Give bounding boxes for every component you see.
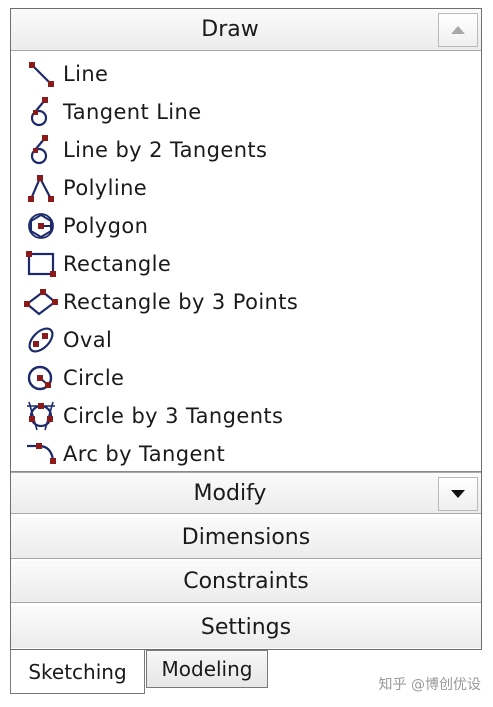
dimensions-section-label: Dimensions xyxy=(181,525,311,550)
rectangle-by-3-points-icon xyxy=(23,284,59,320)
tool-arc-by-tangent-label: Arc by Tangent xyxy=(63,442,226,466)
tool-rectangle-by-3-points[interactable]: Rectangle by 3 Points xyxy=(23,284,298,320)
tool-circle[interactable]: Circle xyxy=(23,360,124,396)
triangle-down-icon xyxy=(451,490,465,498)
tool-arc-by-tangent[interactable]: Arc by Tangent xyxy=(23,436,226,471)
modify-section-header[interactable]: Modify xyxy=(11,472,481,514)
tool-polygon-label: Polygon xyxy=(63,214,149,238)
tool-oval-label: Oval xyxy=(63,328,113,352)
tool-rectangle[interactable]: Rectangle xyxy=(23,246,171,282)
circle-icon xyxy=(23,360,59,396)
scroll-down-button[interactable] xyxy=(438,477,478,511)
polygon-icon xyxy=(23,208,59,244)
constraints-section-label: Constraints xyxy=(183,569,309,594)
tool-polyline[interactable]: Polyline xyxy=(23,170,147,206)
tab-modeling[interactable]: Modeling xyxy=(146,650,268,688)
tool-circle-by-3-tangents-label: Circle by 3 Tangents xyxy=(63,404,284,428)
modify-section-label: Modify xyxy=(193,480,267,506)
tool-line[interactable]: Line xyxy=(23,56,108,92)
tab-sketching-label: Sketching xyxy=(28,659,127,684)
dimensions-section-header[interactable]: Dimensions xyxy=(11,517,481,559)
tool-rectangle-label: Rectangle xyxy=(63,252,172,276)
tool-line-by-2-tangents[interactable]: Line by 2 Tangents xyxy=(23,132,267,168)
oval-icon xyxy=(23,322,59,358)
line-by-2-tangents-icon xyxy=(23,132,59,168)
tool-tangent-line-label: Tangent Line xyxy=(63,100,202,124)
tool-line-by-2-tangents-label: Line by 2 Tangents xyxy=(63,138,268,162)
tool-polygon[interactable]: Polygon xyxy=(23,208,148,244)
sketch-toolbox-panel: Draw Line Tangent Line Line by 2 Tangent… xyxy=(10,8,482,650)
line-icon xyxy=(23,56,59,92)
tool-rectangle-by-3-points-label: Rectangle by 3 Points xyxy=(63,290,299,314)
tool-circle-by-3-tangents[interactable]: Circle by 3 Tangents xyxy=(23,398,283,434)
circle-by-3-tangents-icon xyxy=(23,398,59,434)
tool-tangent-line[interactable]: Tangent Line xyxy=(23,94,202,130)
tab-modeling-label: Modeling xyxy=(161,657,253,681)
draw-tools-list[interactable]: Line Tangent Line Line by 2 Tangents Pol… xyxy=(11,52,481,472)
draw-section-label: Draw xyxy=(201,17,259,42)
settings-section-header[interactable]: Settings xyxy=(11,606,481,648)
triangle-up-icon xyxy=(451,26,465,34)
polyline-icon xyxy=(23,170,59,206)
tool-line-label: Line xyxy=(63,62,109,86)
constraints-section-header[interactable]: Constraints xyxy=(11,561,481,603)
draw-section-header[interactable]: Draw xyxy=(11,9,481,51)
arc-by-tangent-icon xyxy=(23,436,59,471)
rectangle-icon xyxy=(23,246,59,282)
watermark-text: 知乎 @博创优设 xyxy=(378,677,481,693)
tool-circle-label: Circle xyxy=(63,366,125,390)
scroll-up-button[interactable] xyxy=(438,13,478,47)
tangent-line-icon xyxy=(23,94,59,130)
tab-sketching[interactable]: Sketching xyxy=(10,650,145,694)
tool-polyline-label: Polyline xyxy=(63,176,148,200)
settings-section-label: Settings xyxy=(200,614,292,640)
tool-oval[interactable]: Oval xyxy=(23,322,112,358)
